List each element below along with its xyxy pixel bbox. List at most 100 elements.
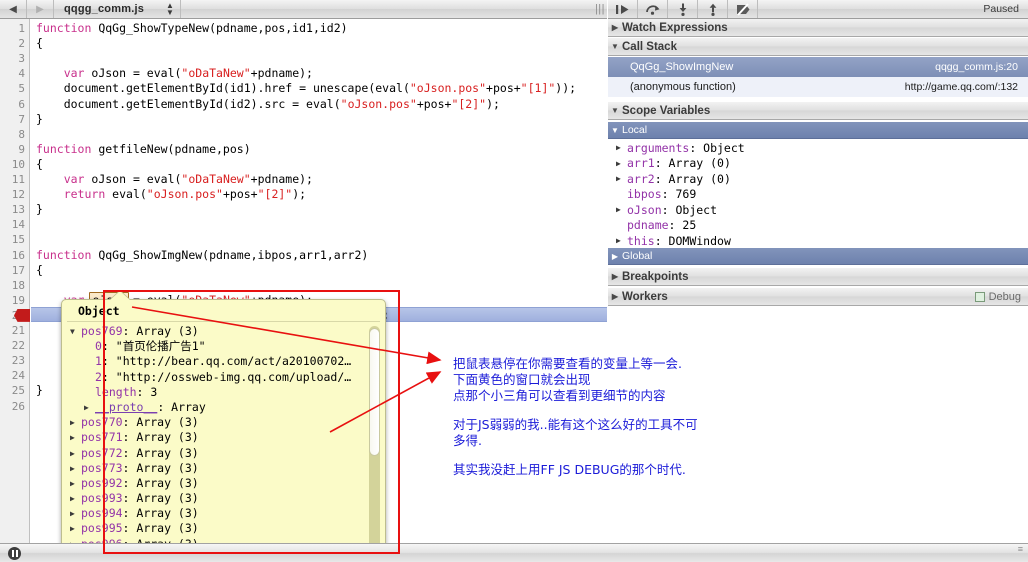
popover-property-row[interactable]: ▶ pos771: Array (3) xyxy=(70,430,385,445)
workers-debug-toggle[interactable]: Debug xyxy=(974,291,1028,303)
code-line[interactable]: } xyxy=(36,202,43,217)
chevron-down-icon: ▼ xyxy=(611,42,619,51)
step-into-icon[interactable] xyxy=(668,0,698,18)
popover-property-name: pos994 xyxy=(81,506,123,521)
code-line[interactable]: var oJson = eval("oDaTaNew"+pdname); xyxy=(36,172,313,187)
scope-variable-row[interactable]: ▶ this: DOMWindow xyxy=(608,233,1028,249)
scope-variable-row[interactable]: ibpos: 769 xyxy=(608,187,1028,203)
popover-property-value: : Array (3) xyxy=(122,475,199,490)
chevron-right-icon[interactable]: ▶ xyxy=(70,521,81,536)
section-label-watch-expressions: Watch Expressions xyxy=(622,21,728,34)
code-line[interactable]: { xyxy=(36,157,43,172)
popover-property-row[interactable]: ▶ pos994: Array (3) xyxy=(70,506,385,521)
popover-property-name: pos772 xyxy=(81,445,123,460)
code-line[interactable]: document.getElementById(id1).href = unes… xyxy=(36,81,576,96)
popover-property-row[interactable]: ▶ pos993: Array (3) xyxy=(70,491,385,506)
popover-property-row[interactable]: ▶ pos773: Array (3) xyxy=(70,461,385,476)
step-over-icon[interactable] xyxy=(638,0,668,18)
section-call-stack[interactable]: ▼ Call Stack xyxy=(608,38,1028,56)
chevron-right-icon[interactable]: ▶ xyxy=(616,159,627,168)
scope-variable-row[interactable]: pdname: 25 xyxy=(608,218,1028,234)
back-arrow-icon[interactable]: ◀ xyxy=(0,0,27,18)
resize-grip-icon[interactable]: ||| xyxy=(593,0,607,18)
resume-icon[interactable] xyxy=(608,0,638,18)
line-number: 15 xyxy=(11,233,25,247)
code-line[interactable]: function QqGg_ShowImgNew(pdname,ibpos,ar… xyxy=(36,248,368,263)
scope-variable-row[interactable]: ▶ arguments: Object xyxy=(608,140,1028,156)
scope-variable-value: : 769 xyxy=(661,187,697,202)
line-number: 10 xyxy=(11,157,25,171)
code-line[interactable]: { xyxy=(36,36,43,51)
chevron-right-icon[interactable]: ▶ xyxy=(70,491,81,506)
code-token: var xyxy=(63,172,92,186)
popover-scrollbar-thumb[interactable] xyxy=(369,328,380,456)
line-number-gutter[interactable]: 1234567891011121314151617181920212223242… xyxy=(0,19,30,543)
file-selector[interactable]: qqgg_comm.js ▲ ▼ xyxy=(54,0,181,18)
line-number: 12 xyxy=(11,188,25,202)
deactivate-breakpoints-icon[interactable] xyxy=(728,0,758,18)
updown-stepper-icon[interactable]: ▲ ▼ xyxy=(166,2,174,17)
scope-variable-row[interactable]: ▶ arr2: Array (0) xyxy=(608,171,1028,187)
chevron-down-icon[interactable]: ▼ xyxy=(70,324,81,339)
scope-variable-name: pdname xyxy=(627,218,669,233)
scope-variable-row[interactable]: ▶ oJson: Object xyxy=(608,202,1028,218)
code-line[interactable]: } xyxy=(36,112,43,127)
chevron-right-icon[interactable]: ▶ xyxy=(616,205,627,214)
chevron-right-icon[interactable]: ▶ xyxy=(616,143,627,152)
code-line[interactable]: document.getElementById(id2).src = eval(… xyxy=(36,97,500,112)
code-line[interactable]: var oJson = eval("oDaTaNew"+pdname); xyxy=(36,66,313,81)
popover-property-row[interactable]: ▶ pos992: Array (3) xyxy=(70,476,385,491)
chevron-right-icon[interactable]: ▶ xyxy=(70,430,81,445)
object-popover[interactable]: Object ▼ pos769: Array (3) 0: "首页伦播广告1" 1… xyxy=(61,299,386,553)
chevron-right-icon[interactable]: ▶ xyxy=(84,400,95,415)
popover-title: Object xyxy=(78,304,120,318)
scope-variable-row[interactable]: ▶ arr1: Array (0) xyxy=(608,156,1028,172)
popover-property-value: : Array (3) xyxy=(122,460,199,475)
popover-property-row[interactable]: ▶ __proto__: Array xyxy=(70,400,385,415)
section-workers[interactable]: ▶ Workers Debug xyxy=(608,288,1028,306)
code-line[interactable]: function getfileNew(pdname,pos) xyxy=(36,142,251,157)
spacer-icon xyxy=(84,385,95,400)
call-stack-row[interactable]: QqGg_ShowImgNew qqgg_comm.js:20 xyxy=(608,57,1028,77)
pause-icon[interactable] xyxy=(6,546,23,561)
popover-property-row[interactable]: ▼ pos769: Array (3) xyxy=(70,324,385,339)
spacer-icon xyxy=(616,221,627,230)
popover-property-row[interactable]: 1: "http://bear.qq.com/act/a20100702… xyxy=(70,354,385,369)
code-token: "oJson.pos" xyxy=(409,81,487,96)
popover-property-row[interactable]: 2: "http://ossweb-img.qq.com/upload/… xyxy=(70,370,385,385)
popover-property-row[interactable]: ▶ pos770: Array (3) xyxy=(70,415,385,430)
forward-arrow-icon[interactable]: ▶ xyxy=(27,0,54,18)
chevron-right-icon[interactable]: ▶ xyxy=(70,415,81,430)
scope-global-header[interactable]: ▶ Global xyxy=(608,248,1028,265)
code-line[interactable]: } xyxy=(36,383,43,398)
section-scope-variables[interactable]: ▼ Scope Variables xyxy=(608,102,1028,120)
section-watch-expressions[interactable]: ▶ Watch Expressions xyxy=(608,19,1028,37)
chevron-right-icon[interactable]: ▶ xyxy=(70,461,81,476)
chevron-right-icon: ▶ xyxy=(611,23,619,32)
popover-property-name: pos993 xyxy=(81,491,123,506)
code-line[interactable]: return eval("oJson.pos"+pos+"[2]"); xyxy=(36,187,306,202)
chevron-right-icon[interactable]: ▶ xyxy=(70,446,81,461)
popover-property-row[interactable]: 0: "首页伦播广告1" xyxy=(70,339,385,354)
code-token: return xyxy=(63,187,113,202)
chevron-right-icon[interactable]: ▶ xyxy=(70,476,81,491)
popover-property-list[interactable]: ▼ pos769: Array (3) 0: "首页伦播广告1" 1: "http… xyxy=(62,324,385,552)
code-line[interactable]: { xyxy=(36,263,43,278)
chevron-right-icon[interactable]: ▶ xyxy=(616,174,627,183)
popover-property-row[interactable]: ▶ pos772: Array (3) xyxy=(70,446,385,461)
resize-grip-icon[interactable]: ≡ xyxy=(1018,545,1023,554)
code-token: var xyxy=(63,66,92,81)
checkbox-icon[interactable] xyxy=(974,291,985,302)
chevron-right-icon[interactable]: ▶ xyxy=(616,236,627,245)
popover-property-row[interactable]: length: 3 xyxy=(70,385,385,400)
step-out-icon[interactable] xyxy=(698,0,728,18)
section-breakpoints[interactable]: ▶ Breakpoints xyxy=(608,268,1028,286)
call-stack-row[interactable]: (anonymous function) http://game.qq.com/… xyxy=(608,77,1028,97)
code-line[interactable]: function QqGg_ShowTypeNew(pdname,pos,id1… xyxy=(36,21,348,36)
scope-local-header[interactable]: ▼ Local xyxy=(608,122,1028,139)
popover-property-name: pos770 xyxy=(81,415,123,430)
chevron-right-icon[interactable]: ▶ xyxy=(70,506,81,521)
scope-variable-value: : Array (0) xyxy=(654,156,731,171)
popover-property-row[interactable]: ▶ pos995: Array (3) xyxy=(70,521,385,536)
